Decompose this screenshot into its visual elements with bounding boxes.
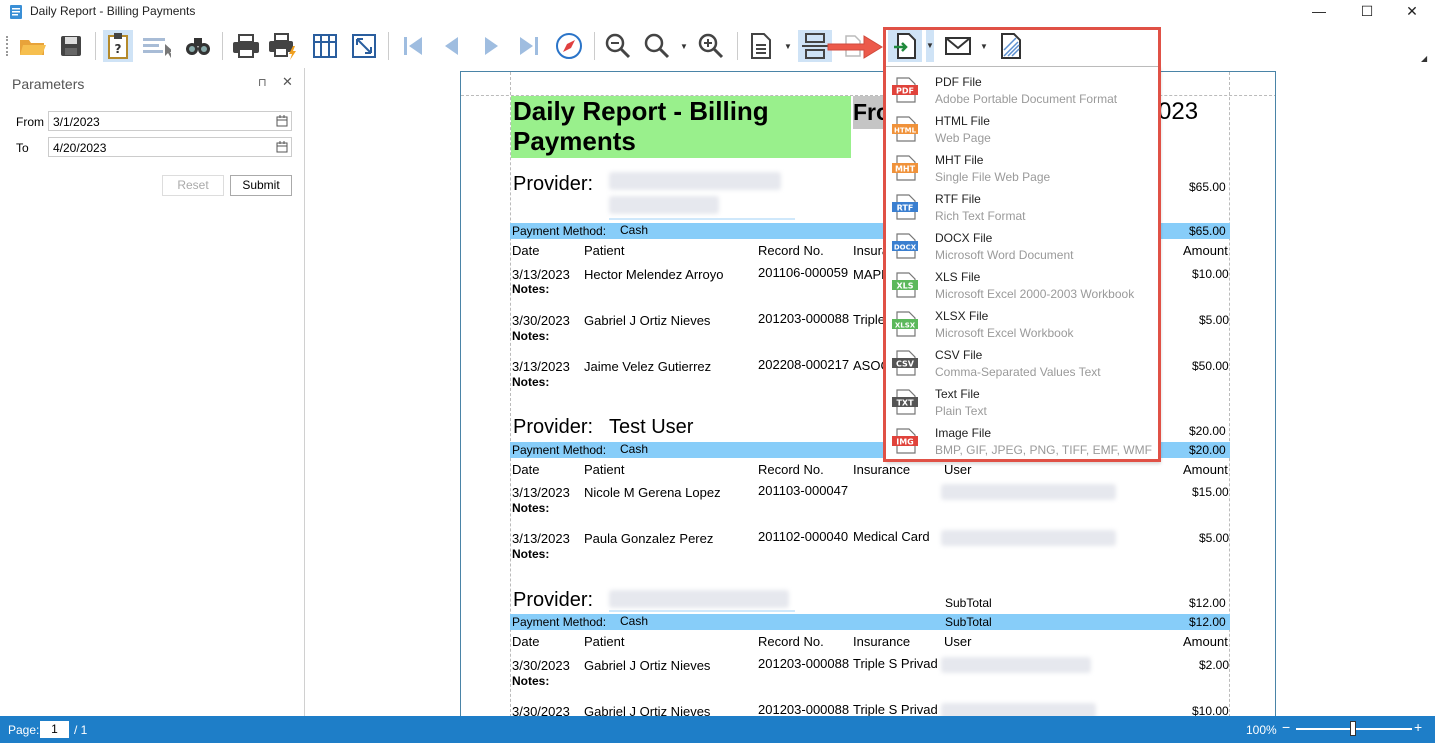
quick-print-button[interactable] bbox=[268, 30, 298, 62]
payment-method-value: Cash bbox=[620, 223, 649, 237]
page-setup-icon bbox=[313, 34, 337, 58]
parameters-icon: ? bbox=[108, 33, 128, 59]
last-page-icon bbox=[520, 37, 538, 55]
reset-button[interactable]: Reset bbox=[162, 175, 224, 196]
scale-icon bbox=[352, 34, 376, 58]
report-title-line1: Daily Report - Billing bbox=[513, 96, 769, 126]
parameters-title: Parameters bbox=[12, 76, 85, 92]
window-title: Daily Report - Billing Payments bbox=[30, 4, 196, 18]
previous-page-icon bbox=[445, 37, 458, 55]
parameters-button[interactable]: ? bbox=[103, 30, 133, 62]
report-from-cell: Fro bbox=[853, 96, 885, 129]
zoom-icon bbox=[644, 33, 670, 59]
zoom-level: 100% bbox=[1246, 723, 1277, 737]
page-layout-button[interactable] bbox=[746, 30, 776, 62]
toolbar-grip[interactable] bbox=[6, 36, 8, 56]
report-title-box: Daily Report - Billing Payments bbox=[511, 96, 851, 158]
from-date-value: 3/1/2023 bbox=[53, 115, 100, 129]
provider-total: $65.00 bbox=[1189, 180, 1226, 194]
parameters-panel: Parameters ⊓ ✕ From 3/1/2023 To 4/20/202… bbox=[0, 68, 305, 716]
col-record: Record No. bbox=[758, 243, 824, 258]
payment-method-band bbox=[510, 614, 1230, 630]
multiple-pages-icon bbox=[802, 33, 828, 59]
to-date-value: 4/20/2023 bbox=[53, 141, 107, 155]
navigation-icon bbox=[556, 33, 582, 59]
annotation-highlight-box bbox=[883, 27, 1161, 462]
payment-method-label: Payment Method: bbox=[512, 224, 607, 238]
navigation-button[interactable] bbox=[554, 30, 584, 62]
minimize-button[interactable]: — bbox=[1296, 0, 1342, 24]
from-date-field[interactable]: 3/1/2023 bbox=[48, 111, 292, 131]
page-number-input[interactable]: 1 bbox=[40, 721, 69, 738]
save-button[interactable] bbox=[56, 30, 86, 62]
quick-print-icon bbox=[269, 33, 296, 60]
col-date: Date bbox=[512, 243, 540, 258]
annotation-arrow-icon bbox=[827, 35, 883, 59]
zoom-button[interactable] bbox=[642, 30, 672, 62]
method-total: $65.00 bbox=[1189, 224, 1226, 238]
maximize-button[interactable]: ☐ bbox=[1344, 0, 1390, 24]
user-redacted bbox=[941, 484, 1116, 500]
open-icon bbox=[20, 40, 46, 55]
report-date-range: 023 bbox=[1158, 98, 1199, 125]
to-date-field[interactable]: 4/20/2023 bbox=[48, 137, 292, 157]
page-label: Page: bbox=[8, 723, 40, 737]
zoom-minus-icon[interactable]: − bbox=[1282, 719, 1290, 735]
provider-label: Provider: bbox=[513, 589, 594, 611]
open-button[interactable] bbox=[18, 30, 48, 62]
first-page-button[interactable] bbox=[398, 30, 428, 62]
provider-total: $20.00 bbox=[1189, 424, 1226, 438]
next-page-icon bbox=[485, 37, 498, 55]
save-icon bbox=[61, 36, 81, 56]
close-button[interactable]: ✕ bbox=[1389, 0, 1435, 24]
provider-name: Test User bbox=[609, 416, 694, 438]
provider-name-redacted bbox=[609, 590, 789, 608]
calendar-icon[interactable] bbox=[276, 115, 288, 127]
next-page-button[interactable] bbox=[477, 30, 507, 62]
zoom-out-button[interactable] bbox=[603, 30, 633, 62]
editing-fields-icon bbox=[143, 38, 171, 58]
calendar-icon[interactable] bbox=[276, 141, 288, 153]
zoom-plus-icon[interactable]: + bbox=[1414, 719, 1422, 735]
search-button[interactable] bbox=[183, 30, 213, 62]
toolbar-overflow-icon[interactable]: ◢ bbox=[1421, 54, 1427, 63]
last-page-button[interactable] bbox=[514, 30, 544, 62]
title-bar: Daily Report - Billing Payments — ☐ ✕ bbox=[0, 0, 1435, 24]
search-icon bbox=[186, 38, 210, 55]
zoom-in-button[interactable] bbox=[696, 30, 726, 62]
col-patient: Patient bbox=[584, 243, 625, 258]
print-button[interactable] bbox=[231, 30, 261, 62]
user-redacted bbox=[941, 657, 1091, 673]
provider-label: Provider: bbox=[513, 416, 594, 438]
col-amount: Amount bbox=[1183, 243, 1228, 258]
zoom-dropdown-icon[interactable]: ▼ bbox=[680, 42, 688, 51]
page-layout-icon bbox=[751, 33, 771, 59]
from-label: From bbox=[16, 115, 44, 129]
page-layout-dropdown-icon[interactable]: ▼ bbox=[784, 42, 792, 51]
editing-fields-button[interactable] bbox=[141, 30, 171, 62]
panel-close-icon[interactable]: ✕ bbox=[282, 74, 293, 90]
svg-text:?: ? bbox=[115, 42, 122, 56]
user-redacted bbox=[941, 530, 1116, 546]
provider-total: $12.00 bbox=[1189, 596, 1226, 610]
report-title-line2: Payments bbox=[513, 126, 636, 156]
previous-page-button[interactable] bbox=[436, 30, 466, 62]
provider-name-redacted bbox=[609, 196, 719, 214]
pin-icon[interactable]: ⊓ bbox=[258, 76, 267, 89]
scale-button[interactable] bbox=[349, 30, 379, 62]
zoom-out-icon bbox=[605, 33, 631, 59]
zoom-in-icon bbox=[698, 33, 724, 59]
zoom-slider-thumb[interactable] bbox=[1350, 721, 1356, 736]
first-page-icon bbox=[404, 37, 422, 55]
provider-label: Provider: bbox=[513, 173, 594, 195]
provider-name-redacted bbox=[609, 172, 781, 190]
submit-button[interactable]: Submit bbox=[230, 175, 292, 196]
print-icon bbox=[233, 34, 259, 58]
status-bar: Page: 1 / 1 100% − + bbox=[0, 716, 1435, 743]
page-total: / 1 bbox=[74, 723, 88, 737]
subtotal-label: SubTotal bbox=[945, 596, 992, 610]
page-setup-button[interactable] bbox=[310, 30, 340, 62]
app-icon bbox=[10, 5, 22, 19]
to-label: To bbox=[16, 141, 29, 155]
